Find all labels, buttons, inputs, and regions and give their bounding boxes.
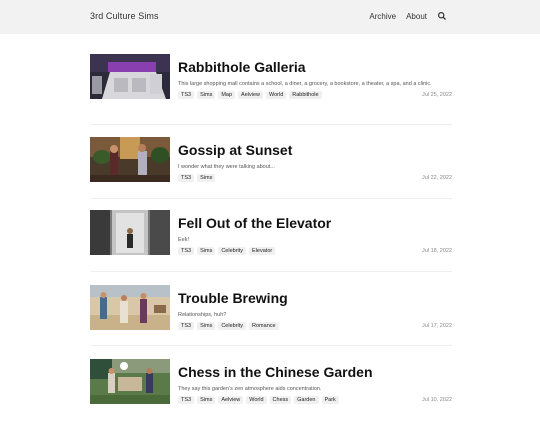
tag[interactable]: TS3 bbox=[178, 396, 195, 404]
post-thumbnail[interactable] bbox=[90, 359, 170, 404]
post-tags: TS3 Sims Celebrity Elevator bbox=[178, 247, 276, 255]
post-thumbnail[interactable] bbox=[90, 210, 170, 255]
tag[interactable]: Romance bbox=[249, 322, 279, 330]
post-thumbnail[interactable] bbox=[90, 285, 170, 330]
post-title[interactable]: Chess in the Chinese Garden bbox=[178, 364, 452, 380]
nav-about-link[interactable]: About bbox=[406, 12, 427, 21]
site-header: 3rd Culture Sims Archive About bbox=[0, 0, 540, 34]
tag[interactable]: TS3 bbox=[178, 322, 195, 330]
tag[interactable]: World bbox=[246, 396, 267, 404]
tag[interactable]: Aelview bbox=[218, 396, 244, 404]
post-title[interactable]: Fell Out of the Elevator bbox=[178, 215, 452, 231]
post-date: Jul 18, 2022 bbox=[422, 248, 452, 254]
post-title[interactable]: Trouble Brewing bbox=[178, 290, 452, 306]
tag[interactable]: Aelview bbox=[238, 91, 263, 99]
post-tags: TS3 Sims bbox=[178, 174, 216, 182]
post-tags: TS3 Sims Map Aelview World Rabbithole bbox=[178, 91, 322, 99]
post-card: Gossip at Sunset I wonder what they were… bbox=[90, 137, 452, 200]
tag[interactable]: Sims bbox=[197, 174, 216, 182]
post-card: Trouble Brewing Relationships, huh? TS3 … bbox=[90, 285, 452, 348]
post-card: Fell Out of the Elevator Eek! TS3 Sims C… bbox=[90, 210, 452, 273]
post-description: This large shopping mall contains a scho… bbox=[178, 81, 432, 87]
tag[interactable]: TS3 bbox=[178, 174, 195, 182]
tag[interactable]: Celebrity bbox=[218, 322, 247, 330]
post-tags: TS3 Sims Celebrity Romance bbox=[178, 322, 279, 330]
tag[interactable]: TS3 bbox=[178, 91, 195, 99]
post-tags: TS3 Sims Aelview World Chess Garden Park bbox=[178, 396, 339, 404]
site-brand-link[interactable]: 3rd Culture Sims bbox=[90, 11, 159, 21]
post-description: Relationships, huh? bbox=[178, 312, 227, 318]
tag[interactable]: Rabbithole bbox=[289, 91, 322, 99]
divider bbox=[90, 271, 452, 272]
tag[interactable]: Sims bbox=[197, 247, 216, 255]
post-card: Chess in the Chinese Garden They say thi… bbox=[90, 359, 452, 422]
tag[interactable]: Sims bbox=[197, 91, 216, 99]
tag[interactable]: World bbox=[265, 91, 287, 99]
tag[interactable]: Sims bbox=[197, 396, 216, 404]
search-icon[interactable] bbox=[437, 11, 447, 21]
tag[interactable]: Garden bbox=[294, 396, 319, 404]
post-card: Rabbithole Galleria This large shopping … bbox=[90, 54, 452, 117]
tag[interactable]: Elevator bbox=[249, 247, 276, 255]
post-title[interactable]: Gossip at Sunset bbox=[178, 142, 452, 158]
tag[interactable]: Chess bbox=[269, 396, 292, 404]
tag[interactable]: Park bbox=[321, 396, 339, 404]
divider bbox=[90, 198, 452, 199]
post-description: Eek! bbox=[178, 237, 190, 243]
divider bbox=[90, 345, 452, 346]
post-date: Jul 25, 2022 bbox=[422, 92, 452, 98]
tag[interactable]: Map bbox=[218, 91, 236, 99]
tag[interactable]: Sims bbox=[197, 322, 216, 330]
tag[interactable]: Celebrity bbox=[218, 247, 247, 255]
tag[interactable]: TS3 bbox=[178, 247, 195, 255]
post-description: I wonder what they were talking about... bbox=[178, 164, 275, 170]
divider bbox=[90, 124, 452, 125]
post-date: Jul 22, 2022 bbox=[422, 175, 452, 181]
post-date: Jul 10, 2022 bbox=[422, 397, 452, 403]
main-nav: Archive About bbox=[369, 11, 447, 21]
post-title[interactable]: Rabbithole Galleria bbox=[178, 59, 452, 75]
nav-archive-link[interactable]: Archive bbox=[369, 12, 396, 21]
post-thumbnail[interactable] bbox=[90, 54, 170, 99]
post-date: Jul 17, 2022 bbox=[422, 323, 452, 329]
post-description: They say this garden's zen atmosphere ai… bbox=[178, 386, 322, 392]
post-thumbnail[interactable] bbox=[90, 137, 170, 182]
